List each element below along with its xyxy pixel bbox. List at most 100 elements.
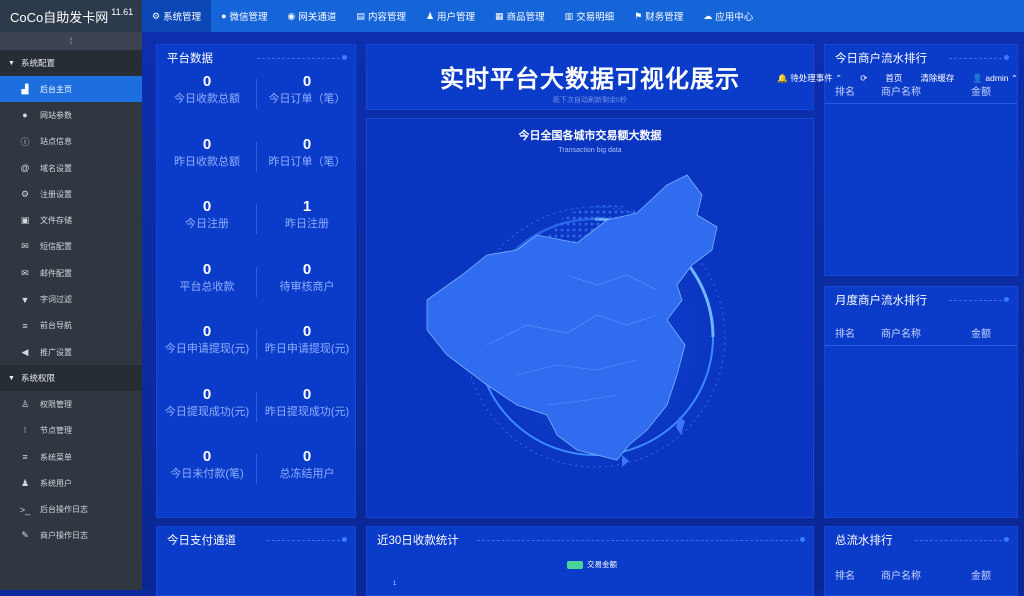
nav-item[interactable]: ⚙ 系统管理 [142, 0, 212, 32]
sidebar-item-label: 字词过滤 [40, 295, 72, 305]
user-menu[interactable]: 👤 admin ⌃ [972, 73, 1018, 84]
stat-label: 今日收款总额 [174, 93, 240, 105]
nav-icon: ▦ [495, 10, 504, 21]
sidebar-group[interactable]: ▼ 系统权限 [0, 365, 142, 392]
nav-item[interactable]: ▥ 交易明细 [555, 0, 625, 32]
sidebar-item[interactable]: ▣ 文件存储 [0, 207, 142, 233]
stat-value: 0 [202, 260, 212, 278]
stat-label: 平台总收款 [179, 280, 235, 293]
nav-icon: ● [221, 11, 227, 21]
sidebar-icon: ▼ [20, 294, 30, 305]
nav-icon: ▥ [564, 10, 574, 21]
stat-cell: 1 昨日注册 [257, 198, 357, 261]
title-panel: 实时平台大数据可视化展示 距下次自动刷新剩余0秒 [366, 44, 814, 110]
stat-value: 0 [302, 323, 312, 340]
sidebar-icon: ⚙ [20, 188, 30, 199]
refresh-icon[interactable]: ⟳ [860, 73, 867, 84]
sidebar-icon: ▟ [21, 83, 29, 94]
legend-label: 交易金额 [587, 560, 617, 569]
stat-cell: 0 昨日收款总额 [157, 136, 257, 199]
sidebar: ⁞ ▼ 系统配置 ▟ 后台主页 ● 网站参数 ⓘ 站点信息 @ 域名设置 ⚙ 注册设置 ▣ 文件存储 ✉ 短信… [0, 32, 142, 590]
stat-value: 0 [202, 198, 212, 215]
panel-title: 平台数据 [167, 53, 213, 65]
stat-label: 今日订单（笔） [268, 93, 346, 105]
sidebar-icon: ⁝ [23, 425, 27, 436]
sidebar-item[interactable]: ≡ 系统菜单 [0, 444, 142, 470]
stat-value: 0 [202, 323, 212, 340]
sidebar-item-label: 商户操作日志 [40, 531, 88, 541]
dashboard-main: 🔔 待处理事件 ⌃ ⟳ 首页 清除缓存 👤 admin ⌃ 平台数据 0 今日收款… [142, 32, 1024, 596]
nav-icon: ▤ [356, 10, 365, 21]
sidebar-item[interactable]: ⁝ 节点管理 [0, 418, 142, 444]
stat-cell: 0 今日收款总额 [157, 73, 257, 136]
sidebar-item[interactable]: ✎ 商户操作日志 [0, 523, 142, 549]
sidebar-item[interactable]: ⓘ 站点信息 [0, 129, 142, 155]
sidebar-item[interactable]: >_ 后台操作日志 [0, 496, 142, 522]
panel-title: 月度商户流水排行 [835, 295, 927, 307]
nav-label: 财务管理 [645, 12, 684, 23]
stat-cell: 0 昨日订单（笔） [257, 136, 357, 199]
nav-item[interactable]: ● 微信管理 [211, 0, 277, 32]
y-axis-tick: 1 [393, 581, 397, 587]
sidebar-item[interactable]: ⚙ 注册设置 [0, 181, 142, 207]
rank-table-header: 排名 商户名称 金额 [835, 83, 1015, 98]
china-map[interactable] [367, 155, 813, 515]
sidebar-item-label: 系统用户 [40, 478, 72, 488]
sidebar-item[interactable]: ✉ 短信配置 [0, 234, 142, 260]
sidebar-toggle[interactable]: ⁞ [0, 32, 142, 50]
sidebar-icon: ✉ [21, 241, 29, 252]
nav-icon: ⚑ [634, 10, 643, 21]
stat-value: 0 [302, 135, 312, 153]
sidebar-icon: ◀ [21, 346, 29, 357]
nav-label: 微信管理 [229, 12, 268, 23]
sidebar-item[interactable]: ≡ 前台导航 [0, 313, 142, 339]
stat-row: 0 今日提现成功(元) 0 昨日提现成功(元) [157, 386, 357, 449]
legend-swatch [567, 560, 583, 569]
sidebar-group[interactable]: ▼ 系统配置 [0, 50, 142, 76]
col-amount: 金额 [971, 571, 991, 582]
clear-cache-button[interactable]: 清除缓存 [920, 72, 954, 84]
sidebar-item[interactable]: @ 域名设置 [0, 155, 142, 181]
sidebar-icon: ≡ [22, 320, 28, 331]
sidebar-item[interactable]: ♟ 系统用户 [0, 470, 142, 496]
stat-value: 0 [302, 73, 312, 90]
sidebar-icon: ✎ [21, 530, 29, 541]
panel-title: 今日支付通道 [167, 535, 236, 547]
stat-value: 0 [202, 135, 212, 153]
page-title: 实时平台大数据可视化展示 [440, 66, 740, 93]
stat-value: 0 [302, 260, 312, 278]
sidebar-icon: ♙ [20, 398, 30, 409]
sidebar-item[interactable]: ✉ 邮件配置 [0, 260, 142, 286]
sidebar-item[interactable]: ▼ 字词过滤 [0, 286, 142, 312]
col-amount: 金额 [971, 87, 991, 98]
platform-stats: 0 今日收款总额 0 今日订单（笔） 0 昨日收款总额 0 昨日订单（笔） 0 今日注册 1 昨日注册… [157, 73, 357, 511]
nav-item[interactable]: ◉ 网关通道 [278, 0, 347, 32]
sidebar-item-label: 短信配置 [40, 242, 72, 252]
caret-down-icon: ▼ [8, 374, 15, 382]
total-rank-panel: 总流水排行 排名 商户名称 金额 [824, 526, 1018, 596]
sidebar-item[interactable]: ◀ 推广设置 [0, 339, 142, 365]
brand-logo[interactable]: CoCo自助发卡网 11.61 [0, 0, 142, 32]
stat-value: 1 [302, 198, 312, 215]
sidebar-item-label: 权限管理 [40, 399, 72, 409]
pending-events-button[interactable]: 🔔 待处理事件 ⌃ [777, 72, 842, 84]
nav-item[interactable]: ⚑ 财务管理 [624, 0, 693, 32]
nav-label: 交易明细 [576, 12, 615, 23]
sidebar-icon: ♟ [20, 477, 30, 488]
stat-row: 0 昨日收款总额 0 昨日订单（笔） [157, 136, 357, 199]
sidebar-item[interactable]: ● 网站参数 [0, 102, 142, 128]
sidebar-item[interactable]: ▟ 后台主页 [0, 76, 142, 103]
brand-version: 11.61 [111, 7, 134, 17]
stat-row: 0 今日申请提现(元) 0 昨日申请提现(元) [157, 323, 357, 386]
nav-item[interactable]: ☁ 应用中心 [693, 0, 763, 32]
nav-label: 应用中心 [715, 12, 754, 23]
nav-label: 用户管理 [437, 12, 476, 23]
nav-item[interactable]: ▦ 商品管理 [485, 0, 555, 32]
sidebar-item[interactable]: ♙ 权限管理 [0, 391, 142, 417]
home-link[interactable]: 首页 [885, 72, 902, 84]
nav-item[interactable]: ♟ 用户管理 [416, 0, 485, 32]
nav-item[interactable]: ▤ 内容管理 [346, 0, 416, 32]
sidebar-item-label: 系统菜单 [40, 452, 72, 462]
stat-label: 昨日订单（笔） [268, 155, 346, 168]
chart-legend[interactable]: 交易金额 [567, 559, 617, 570]
